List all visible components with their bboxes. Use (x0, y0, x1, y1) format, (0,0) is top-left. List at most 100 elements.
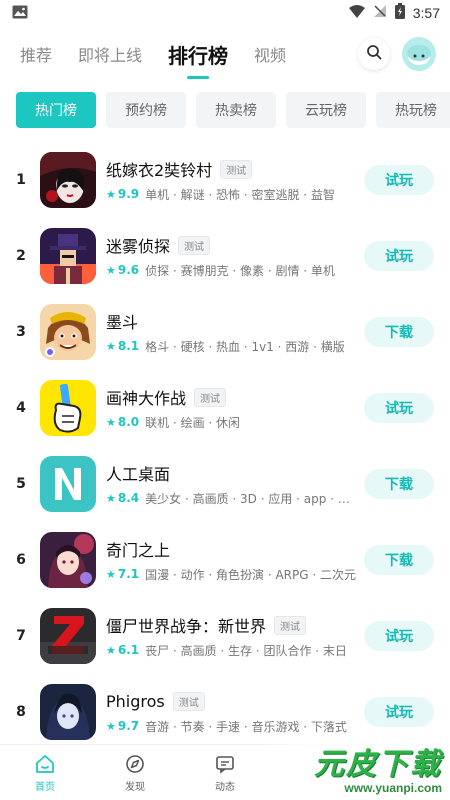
list-item[interactable]: 8 Phigros 测试 ★ 9.7 音游 · 节奏 · 手速 · 音乐游戏 ·… (0, 674, 450, 750)
star-icon: ★ (106, 187, 116, 201)
app-score: 8.4 (117, 491, 140, 505)
list-item[interactable]: 4 画神大作战 测试 ★ 8.0 联机 · 绘画 · 休闲 试玩 (0, 370, 450, 446)
watermark-url: www.yuanpi.com (344, 781, 442, 795)
status-bar: 3:57 (0, 0, 450, 26)
watermark-title: 元皮下载 (314, 747, 442, 782)
chip-hot[interactable]: 热门榜 (16, 92, 96, 128)
app-score: 6.1 (117, 643, 140, 657)
wifi-icon (348, 4, 365, 22)
app-tags: 侦探 · 赛博朋克 · 像素 · 剧情 · 单机 (145, 263, 335, 278)
chip-cloud-play[interactable]: 云玩榜 (286, 92, 366, 128)
app-name: 奇门之上 (106, 541, 171, 560)
app-score: 9.9 (117, 187, 140, 201)
tab-recommend[interactable]: 推荐 (20, 42, 52, 66)
paper-bride-icon[interactable] (40, 152, 96, 208)
ranking-category-chips: 热门榜 预约榜 热卖榜 云玩榜 热玩榜 (0, 82, 450, 132)
star-icon: ★ (106, 263, 116, 277)
chip-top-selling[interactable]: 热卖榜 (196, 92, 276, 128)
star-icon: ★ (106, 567, 116, 581)
list-item[interactable]: 5 人工桌面 ★ 8.4 美少女 · 高画质 · 3D · 应用 · app ·… (0, 446, 450, 522)
tab-rankings[interactable]: 排行榜 (168, 40, 228, 69)
no-signal-icon (373, 4, 387, 22)
try-button[interactable]: 试玩 (364, 393, 434, 423)
list-item[interactable]: 2 迷雾侦探 测试 ★ 9.6 侦探 · 赛博朋克 · 像素 · 剧情 · 单机… (0, 218, 450, 294)
search-icon (366, 44, 382, 64)
compass-icon (124, 752, 146, 776)
download-button[interactable]: 下载 (364, 469, 434, 499)
pencil-hand-icon[interactable] (40, 380, 96, 436)
app-name: 画神大作战 (106, 389, 187, 408)
app-score: 8.0 (117, 415, 140, 429)
try-button[interactable]: 试玩 (364, 621, 434, 651)
app-score: 8.1 (117, 339, 140, 353)
rank-number: 6 (16, 552, 26, 568)
top-nav: 推荐 即将上线 排行榜 视频 (0, 26, 450, 82)
star-icon: ★ (106, 491, 116, 505)
app-name: 僵尸世界战争：新世界 (106, 617, 267, 636)
tab-coming-soon[interactable]: 即将上线 (78, 42, 142, 66)
battery-icon (394, 3, 405, 23)
download-button[interactable]: 下载 (364, 545, 434, 575)
bottom-nav-discover-label: 发现 (125, 782, 145, 793)
status-time: 3:57 (412, 5, 440, 21)
app-score: 7.1 (117, 567, 140, 581)
rank-number: 2 (16, 248, 26, 264)
bottom-nav-discover[interactable]: 发现 (90, 745, 180, 800)
app-name: 迷雾侦探 (106, 237, 171, 256)
tab-videos[interactable]: 视频 (254, 42, 286, 66)
beta-badge: 测试 (178, 235, 211, 255)
app-score: 9.7 (117, 719, 140, 733)
app-tags: 联机 · 绘画 · 休闲 (145, 415, 241, 430)
star-icon: ★ (106, 339, 116, 353)
search-button[interactable] (358, 38, 390, 70)
try-button[interactable]: 试玩 (364, 165, 434, 195)
app-name: 墨斗 (106, 313, 139, 332)
app-tags: 丧尸 · 高画质 · 生存 · 团队合作 · 末日 (145, 643, 347, 658)
app-tags: 美少女 · 高画质 · 3D · 应用 · app · 可爱 (145, 491, 356, 506)
gallery-notification-icon (12, 4, 28, 23)
star-icon: ★ (106, 415, 116, 429)
list-item[interactable]: 3 墨斗 ★ 8.1 格斗 · 硬核 · 热血 · 1v1 · 西游 · 横版 … (0, 294, 450, 370)
beta-badge: 测试 (274, 615, 307, 635)
detective-icon[interactable] (40, 228, 96, 284)
list-item[interactable]: 7 僵尸世界战争：新世界 测试 ★ 6.1 丧尸 · 高画质 · 生存 · 团队… (0, 598, 450, 674)
chip-hot-play[interactable]: 热玩榜 (376, 92, 450, 128)
beta-badge: 测试 (194, 387, 227, 407)
rank-number: 8 (16, 704, 26, 720)
rank-number: 3 (16, 324, 26, 340)
app-name: Phigros (106, 691, 165, 711)
avatar[interactable] (402, 37, 436, 71)
beta-badge: 测试 (220, 159, 253, 179)
try-button[interactable]: 试玩 (364, 697, 434, 727)
bottom-nav-feed-label: 动态 (215, 782, 235, 793)
app-tags: 格斗 · 硬核 · 热血 · 1v1 · 西游 · 横版 (145, 339, 345, 354)
list-item[interactable]: 6 奇门之上 ★ 7.1 国漫 · 动作 · 角色扮演 · ARPG · 二次元… (0, 522, 450, 598)
message-icon (214, 752, 236, 776)
bottom-nav-feed[interactable]: 动态 (180, 745, 270, 800)
rank-number: 1 (16, 172, 26, 188)
letter-n-icon[interactable] (40, 456, 96, 512)
rank-number: 7 (16, 628, 26, 644)
ranking-list: 1 纸嫁衣2奘铃村 测试 ★ 9.9 单机 · 解谜 · 恐怖 · 密室逃脱 ·… (0, 142, 450, 750)
app-name: 纸嫁衣2奘铃村 (106, 161, 213, 180)
app-tags: 音游 · 节奏 · 手速 · 音乐游戏 · 下落式 (145, 719, 347, 734)
bottom-nav-home[interactable]: 首页 (0, 745, 90, 800)
app-tags: 单机 · 解谜 · 恐怖 · 密室逃脱 · 益智 (145, 187, 335, 202)
rank-number: 4 (16, 400, 26, 416)
list-item[interactable]: 1 纸嫁衣2奘铃村 测试 ★ 9.9 单机 · 解谜 · 恐怖 · 密室逃脱 ·… (0, 142, 450, 218)
bottom-nav-home-label: 首页 (35, 782, 55, 793)
monkey-king-icon[interactable] (40, 304, 96, 360)
app-tags: 国漫 · 动作 · 角色扮演 · ARPG · 二次元 (145, 567, 356, 582)
phigros-icon[interactable] (40, 684, 96, 740)
download-button[interactable]: 下载 (364, 317, 434, 347)
try-button[interactable]: 试玩 (364, 241, 434, 271)
star-icon: ★ (106, 643, 116, 657)
app-name: 人工桌面 (106, 465, 171, 484)
app-score: 9.6 (117, 263, 140, 277)
watermark: 元皮下载 www.yuanpi.com (260, 744, 450, 800)
anime-girl-icon[interactable] (40, 532, 96, 588)
home-icon (34, 752, 56, 776)
zombie-z-icon[interactable] (40, 608, 96, 664)
star-icon: ★ (106, 719, 116, 733)
chip-reservation[interactable]: 预约榜 (106, 92, 186, 128)
